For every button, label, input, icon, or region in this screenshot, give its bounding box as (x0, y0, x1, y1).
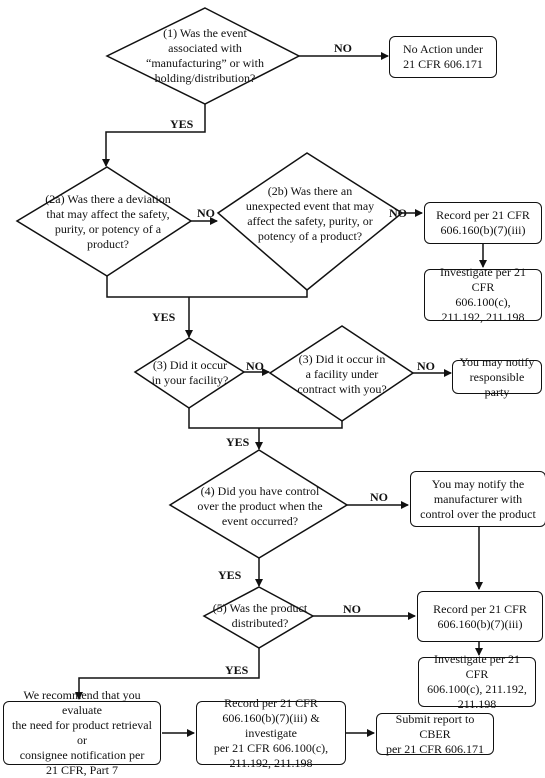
decision-1-text: (1) Was the event associated with “manuf… (146, 26, 264, 85)
box-no-action: No Action under 21 CFR 606.171 (389, 36, 497, 78)
label-no-d2a: NO (197, 206, 215, 220)
label-yes-d5: YES (225, 663, 249, 677)
decision-2a-text: (2a) Was there a deviation that may affe… (45, 192, 171, 251)
decision-3a-text: (3) Did it occur in your facility? (151, 358, 229, 387)
decision-5-text: (5) Was the product distributed? (212, 601, 308, 630)
box-record-investigate: Record per 21 CFR 606.160(b)(7)(iii) & i… (196, 696, 346, 770)
label-yes-d3: YES (226, 435, 250, 449)
label-no-d4: NO (370, 490, 388, 504)
box-notify-responsible: You may notify responsible party (452, 355, 542, 399)
box-record-1: Record per 21 CFR 606.160(b)(7)(iii) (424, 202, 542, 244)
decision-3b-text: (3) Did it occur in a facility under con… (297, 351, 387, 396)
box-submit: Submit report to CBER per 21 CFR 606.171 (376, 712, 494, 756)
decision-2b-text: (2b) Was there an unexpected event that … (245, 184, 375, 243)
decision-4-text: (4) Did you have control over the produc… (197, 483, 323, 528)
label-yes-d1: YES (170, 117, 194, 131)
label-yes-d2: YES (152, 310, 176, 324)
box-record-2: Record per 21 CFR 606.160(b)(7)(iii) (417, 591, 543, 642)
label-no-d5: NO (343, 602, 361, 616)
label-no-d3a: NO (246, 359, 264, 373)
label-yes-d4: YES (218, 568, 242, 582)
label-no-d2b: NO (389, 206, 407, 220)
box-recommend: We recommend that you evaluate the need … (3, 688, 161, 777)
box-notify-manufacturer: You may notify the manufacturer with con… (410, 471, 545, 527)
box-investigate-2: Investigate per 21 CFR 606.100(c), 211.1… (418, 652, 536, 711)
label-no-d1: NO (334, 41, 352, 55)
label-no-d3b: NO (417, 359, 435, 373)
box-investigate-1: Investigate per 21 CFR 606.100(c), 211.1… (424, 265, 542, 324)
